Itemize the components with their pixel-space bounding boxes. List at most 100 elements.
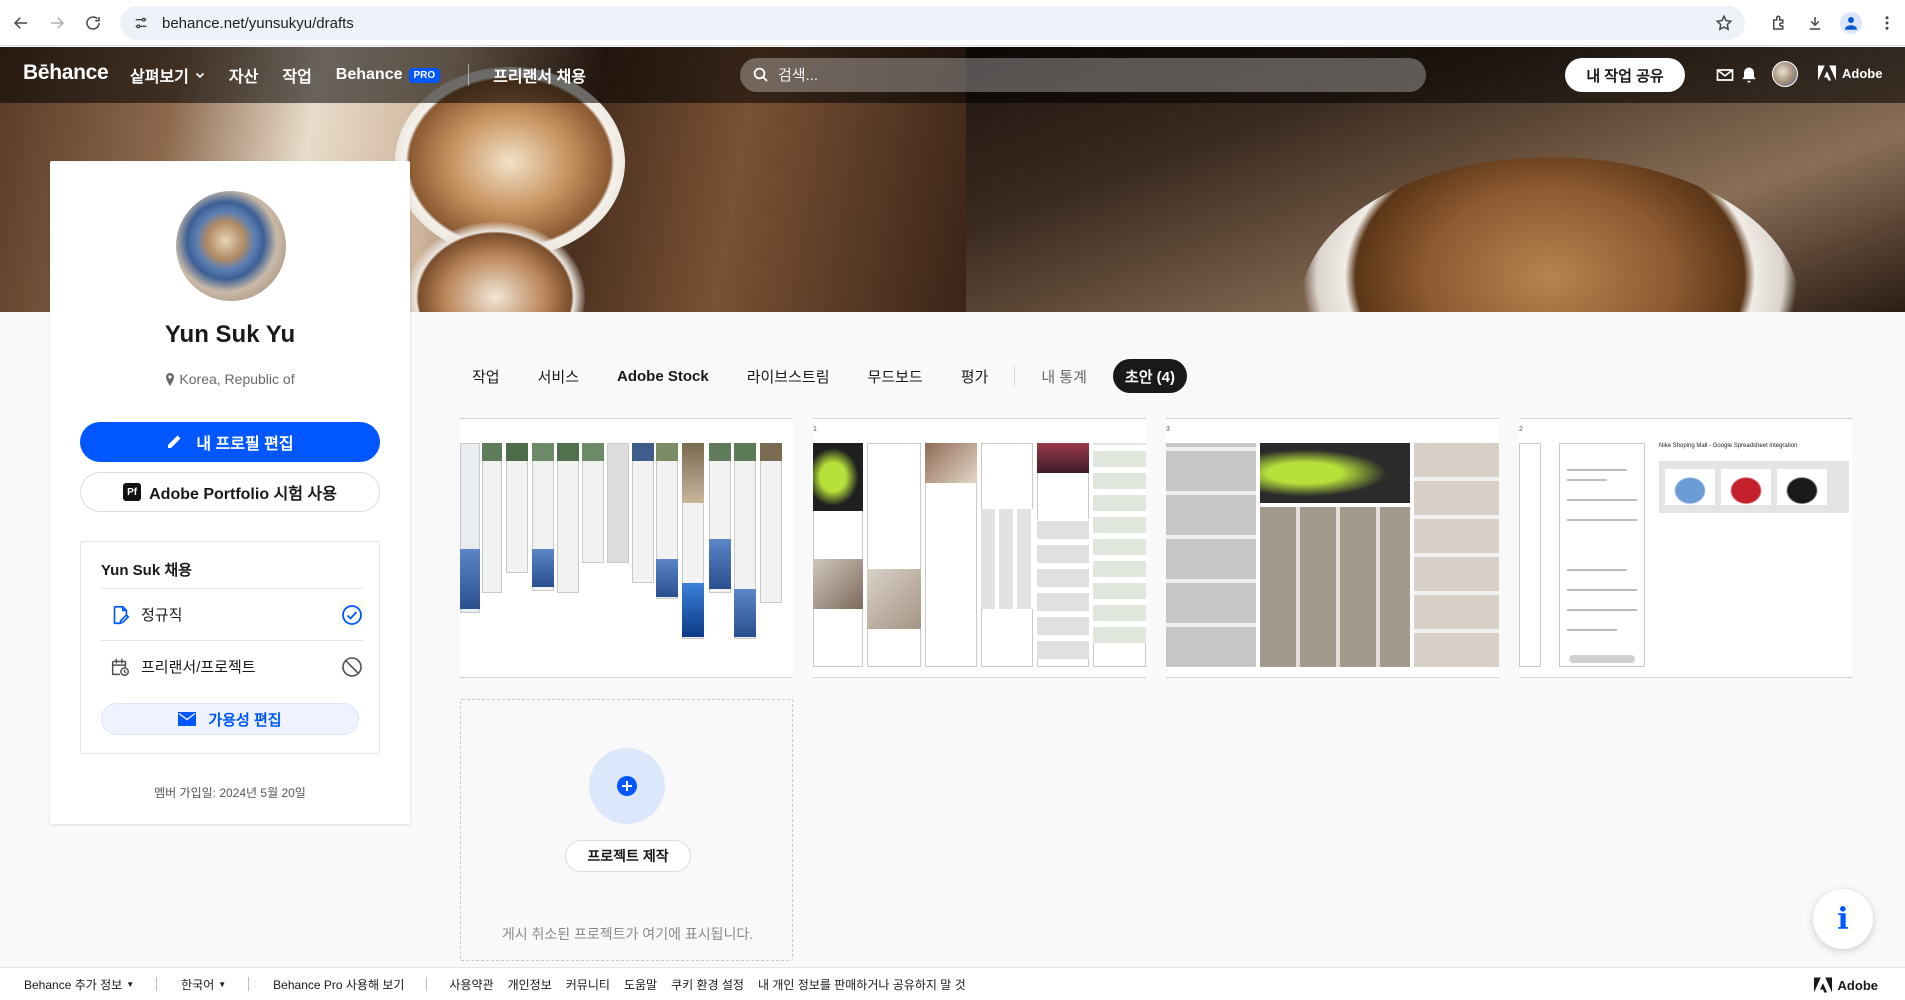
tab-livestreams[interactable]: 라이브스트림 [735, 359, 842, 393]
nav-behance-pro[interactable]: Behance PRO [336, 66, 441, 84]
profile-icon[interactable] [1833, 6, 1869, 40]
nav-explore[interactable]: 샅펴보기 [130, 63, 205, 87]
drafts-hint: 게시 취소된 프로젝트가 여기에 표시됩니다. [501, 926, 754, 942]
footer-privacy[interactable]: 개인정보 [508, 976, 552, 993]
pencil-icon [168, 435, 181, 448]
disabled-circle-icon [342, 656, 362, 677]
draft-card[interactable]: 2 Nike Shoping Mall - Google Spreadsheet… [1519, 418, 1852, 678]
downloads-icon[interactable] [1797, 6, 1833, 40]
draft-label: 1 [813, 426, 817, 433]
nav-assets[interactable]: 자산 [229, 63, 258, 87]
tab-work[interactable]: 작업 [460, 359, 512, 393]
site-info-icon[interactable] [132, 14, 150, 32]
hire-box: Yun Suk 채용 정규직 프리랜서/프로젝트 가용성 편집 [80, 541, 380, 754]
create-project-button[interactable]: 프로젝트 제작 [565, 840, 691, 872]
tab-appreciations[interactable]: 평가 [949, 359, 1001, 393]
address-bar[interactable]: behance.net/yunsukyu/drafts [120, 6, 1745, 40]
search-bar[interactable] [740, 58, 1426, 92]
edit-profile-label: 내 프로필 편집 [196, 436, 294, 453]
location-pin-icon [166, 372, 175, 386]
location-text: Korea, Republic of [179, 371, 295, 387]
adobe-label: Adobe [1842, 65, 1883, 81]
hire-row-fulltime: 정규직 [101, 588, 363, 640]
forward-icon[interactable] [40, 6, 74, 40]
check-circle-icon [342, 604, 362, 625]
footer-cookie-settings[interactable]: 쿠키 환경 설정 [671, 976, 744, 993]
draft-card[interactable]: 3 [1166, 418, 1499, 678]
mail-icon[interactable] [1715, 65, 1735, 85]
footer-divider [156, 977, 158, 991]
draft-card[interactable] [460, 418, 793, 678]
user-avatar[interactable] [1772, 61, 1798, 87]
url-text[interactable]: behance.net/yunsukyu/drafts [162, 15, 354, 32]
new-project-card: 프로젝트 제작 게시 취소된 프로젝트가 여기에 표시됩니다. [460, 699, 793, 961]
edit-availability-label: 가용성 편집 [208, 711, 282, 729]
footer-more-behance[interactable]: Behance 추가 정보 ▼ [24, 976, 134, 993]
footer: Behance 추가 정보 ▼ 한국어 ▼ Behance Pro 사용해 보기… [0, 967, 1905, 1000]
search-input[interactable] [778, 66, 1378, 84]
edit-availability-button[interactable]: 가용성 편집 [101, 703, 359, 735]
hire-row-freelance: 프리랜서/프로젝트 [101, 640, 363, 692]
nav-explore-label: 샅펴보기 [130, 69, 189, 86]
adobe-portfolio-icon: Pf [123, 483, 142, 501]
footer-adobe-label: Adobe [1837, 977, 1878, 993]
adobe-portfolio-label: Adobe Portfolio 시험 사용 [149, 486, 337, 503]
info-button[interactable]: i [1813, 889, 1873, 949]
tab-drafts[interactable]: 초안 (4) [1112, 359, 1188, 393]
footer-adobe-logo[interactable]: Adobe [1813, 977, 1878, 993]
adobe-icon [1818, 65, 1836, 81]
footer-divider [426, 977, 428, 991]
tab-services[interactable]: 서비스 [526, 359, 591, 393]
tab-moodboards[interactable]: 무드보드 [856, 359, 935, 393]
adobe-icon [1813, 977, 1832, 993]
footer-do-not-sell[interactable]: 내 개인 정보를 판매하거나 공유하지 말 것 [758, 976, 966, 993]
adobe-link[interactable]: Adobe [1818, 65, 1882, 81]
chrome-menu-icon[interactable] [1869, 6, 1905, 40]
draft-card[interactable]: 1 [813, 418, 1146, 678]
back-icon[interactable] [4, 6, 38, 40]
profile-location: Korea, Republic of [50, 371, 410, 387]
footer-terms[interactable]: 사용약관 [449, 976, 493, 993]
footer-community[interactable]: 커뮤니티 [566, 976, 610, 993]
footer-try-pro[interactable]: Behance Pro 사용해 보기 [273, 976, 404, 993]
pro-badge: PRO [408, 67, 441, 83]
profile-name: Yun Suk Yu [164, 321, 296, 348]
tab-adobe-stock[interactable]: Adobe Stock [605, 359, 721, 393]
share-work-button[interactable]: 내 작업 공유 [1565, 58, 1685, 92]
chevron-down-icon [195, 72, 204, 79]
edit-document-icon [113, 605, 130, 625]
reload-icon[interactable] [76, 6, 110, 40]
draft-label: 3 [1166, 426, 1170, 433]
search-icon [753, 67, 768, 82]
bell-icon[interactable] [1739, 65, 1759, 85]
nav-hire-freelancer[interactable]: 프리랜서 채용 [493, 63, 586, 87]
tab-stats[interactable]: 내 통계 [1029, 359, 1099, 393]
footer-more-behance-label: Behance 추가 정보 [24, 977, 123, 992]
draft-label: 2 [1519, 426, 1523, 433]
hire-row-label: 정규직 [141, 607, 183, 624]
hire-title: Yun Suk 채용 [101, 562, 192, 579]
browser-toolbar: behance.net/yunsukyu/drafts [0, 0, 1905, 46]
nav-divider [468, 64, 470, 86]
adobe-portfolio-button[interactable]: Pf Adobe Portfolio 시험 사용 [80, 472, 380, 512]
draft-caption: Nike Shoping Mall - Google Spreadsheet i… [1659, 443, 1798, 449]
tab-divider [1014, 365, 1016, 387]
profile-card: Yun Suk Yu Korea, Republic of 내 프로필 편집 P… [50, 161, 410, 824]
footer-language[interactable]: 한국어 ▼ [181, 976, 226, 993]
behance-header: Bēhance 샅펴보기 자산 작업 Behance PRO 프리랜서 채용 내… [0, 47, 1905, 103]
add-project-button[interactable] [589, 748, 665, 824]
main-nav: 샅펴보기 자산 작업 Behance PRO 프리랜서 채용 [130, 47, 610, 103]
member-since: 멤버 가입일: 2024년 5월 20일 [154, 786, 306, 800]
caret-down-icon: ▼ [218, 979, 227, 989]
profile-tabs: 작업 서비스 Adobe Stock 라이브스트림 무드보드 평가 내 통계 초… [460, 358, 1201, 394]
edit-profile-button[interactable]: 내 프로필 편집 [80, 422, 380, 462]
nav-jobs[interactable]: 작업 [282, 63, 311, 87]
footer-divider [248, 977, 250, 991]
extensions-icon[interactable] [1761, 6, 1797, 40]
calendar-clock-icon [111, 658, 129, 676]
hire-row-label: 프리랜서/프로젝트 [141, 659, 256, 676]
bookmark-star-icon[interactable] [1715, 14, 1733, 32]
profile-avatar [176, 191, 286, 301]
behance-logo[interactable]: Bēhance [23, 61, 109, 85]
footer-help[interactable]: 도움말 [624, 976, 657, 993]
